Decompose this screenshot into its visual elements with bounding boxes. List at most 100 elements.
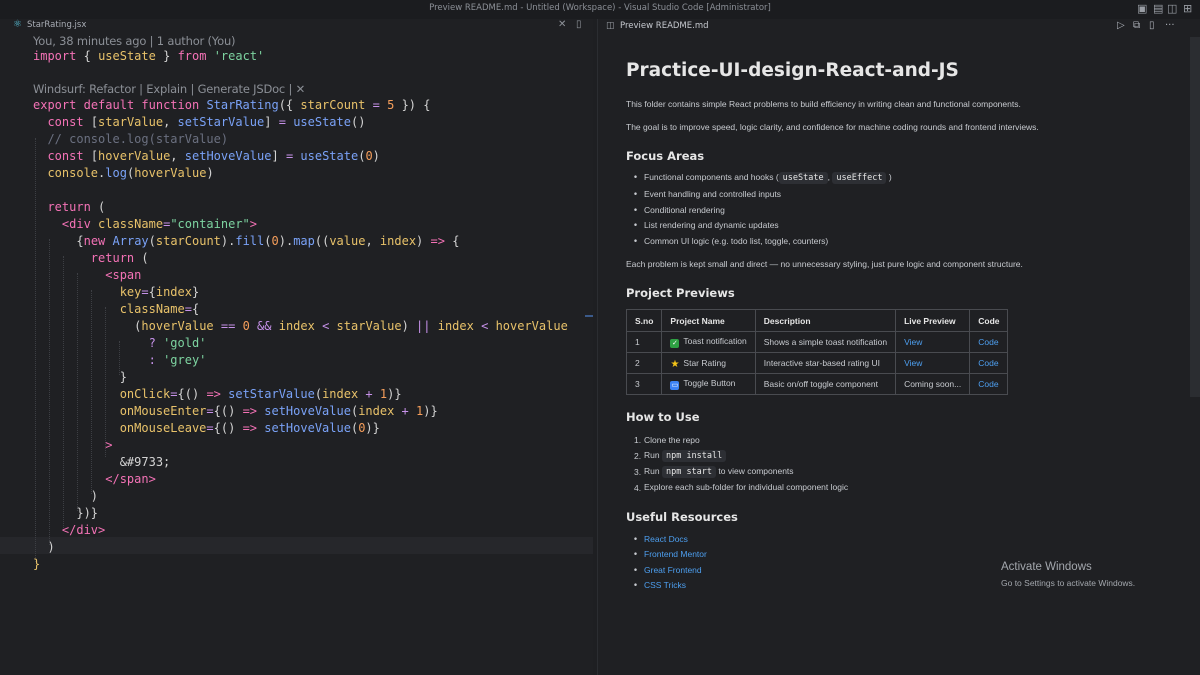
- resource-link[interactable]: CSS Tricks: [644, 580, 686, 590]
- table-header-row: S.no Project Name Description Live Previ…: [625, 309, 1009, 332]
- cell-code[interactable]: Code: [969, 373, 1009, 395]
- cell-live[interactable]: View: [895, 352, 971, 374]
- code-line: (hoverValue == 0 && index < starValue) |…: [134, 319, 568, 333]
- project-table: S.no Project Name Description Live Previ…: [625, 309, 1009, 395]
- activate-windows-title: Activate Windows: [1001, 561, 1092, 573]
- code-link[interactable]: Code: [978, 337, 998, 347]
- code-line: ): [47, 540, 55, 554]
- table-row: 3 ▭ Toggle Button Basic on/off toggle com…: [625, 373, 1009, 395]
- list-item: Run npm install: [644, 450, 727, 462]
- toggle-icon: ▭: [670, 381, 680, 390]
- list-item: Run npm start to view components: [644, 466, 794, 478]
- list-number: 1.: [634, 435, 642, 445]
- markdown-preview[interactable]: ◫ Preview README.md ▷ ⧉ ▯ ··· Practice-U…: [597, 19, 1200, 675]
- layout-sidebar-icon[interactable]: ▣: [1137, 2, 1147, 16]
- split-editor-icon[interactable]: ▯: [576, 19, 582, 30]
- code-line: export default function StarRating({ sta…: [33, 98, 431, 112]
- cell-sno: 3: [625, 373, 663, 395]
- list-item: Functional components and hooks (useStat…: [644, 172, 892, 184]
- scrollbar[interactable]: [1190, 37, 1200, 397]
- list-item: List rendering and dynamic updates: [644, 220, 779, 230]
- check-mark-icon: ✓: [670, 339, 680, 348]
- code-line: {new Array(starCount).fill(0).map((value…: [76, 234, 460, 248]
- column-header: Project Name: [661, 309, 756, 332]
- tab-starrating[interactable]: StarRating.jsx: [27, 20, 86, 30]
- list-item: Clone the repo: [644, 435, 700, 445]
- more-actions-icon[interactable]: ···: [1165, 20, 1175, 31]
- close-icon[interactable]: ✕: [558, 19, 566, 30]
- resource-link[interactable]: Frontend Mentor: [644, 549, 707, 559]
- intro-paragraph: The goal is to improve speed, logic clar…: [626, 122, 1039, 132]
- code-line: return (: [90, 251, 149, 265]
- code-line: </div>: [61, 523, 106, 537]
- current-line-highlight: [0, 537, 593, 554]
- code-line: import { useState } from 'react': [33, 49, 265, 63]
- inline-code: useState: [778, 172, 828, 184]
- view-link[interactable]: View: [904, 358, 922, 368]
- cell-live[interactable]: View: [895, 331, 971, 353]
- code-line: &#9733;: [119, 455, 171, 469]
- table-row: 1 ✓ Toast notification Shows a simple toa…: [625, 331, 1009, 353]
- code-line: className={: [119, 302, 200, 316]
- run-icon[interactable]: ▷: [1117, 20, 1125, 31]
- code-line: }: [33, 557, 41, 571]
- code-line: }: [119, 370, 127, 384]
- code-line: })}: [76, 506, 99, 520]
- code-line: const [starValue, setStarValue] = useSta…: [47, 115, 366, 129]
- layout-secondary-icon[interactable]: ◫: [1167, 2, 1177, 16]
- resource-link[interactable]: Great Frontend: [644, 565, 702, 575]
- preview-icon: ◫: [606, 21, 615, 31]
- code-line: onClick={() => setStarValue(index + 1)}: [119, 387, 402, 401]
- resource-link[interactable]: React Docs: [644, 534, 688, 544]
- windsurf-codelens[interactable]: Windsurf: Refactor | Explain | Generate …: [33, 82, 305, 96]
- bullet: •: [633, 581, 639, 591]
- bullet: •: [633, 190, 639, 200]
- cell-code[interactable]: Code: [969, 352, 1009, 374]
- cell-desc: Interactive star-based rating UI: [754, 352, 897, 374]
- cell-code[interactable]: Code: [969, 331, 1009, 353]
- bullet: •: [633, 566, 639, 576]
- intro-paragraph: This folder contains simple React proble…: [626, 99, 1021, 109]
- title-bar: Preview README.md - Untitled (Workspace)…: [0, 0, 1200, 19]
- bullet: •: [633, 221, 639, 231]
- code-line: <div className="container">: [61, 217, 258, 231]
- cell-desc: Basic on/off toggle component: [754, 373, 897, 395]
- activate-windows-subtitle: Go to Settings to activate Windows.: [1001, 578, 1136, 588]
- code-line: onMouseEnter={() => setHoveValue(index +…: [119, 404, 438, 418]
- code-line: key={index}: [119, 285, 200, 299]
- focus-heading: Focus Areas: [626, 149, 705, 163]
- previews-heading: Project Previews: [626, 286, 735, 300]
- column-header: Description: [754, 309, 897, 332]
- source-code[interactable]: import { useState } from 'react' export …: [0, 19, 568, 571]
- cell-name: ✓ Toast notification: [661, 331, 756, 353]
- code-link[interactable]: Code: [978, 379, 998, 389]
- list-item: Common UI logic (e.g. todo list, toggle,…: [644, 236, 829, 246]
- split-editor-icon[interactable]: ▯: [1149, 20, 1155, 31]
- view-link[interactable]: View: [904, 337, 922, 347]
- code-line: ): [90, 489, 99, 503]
- customize-layout-icon[interactable]: ⊞: [1183, 2, 1192, 16]
- layout-panel-icon[interactable]: ▤: [1153, 2, 1163, 16]
- list-number: 2.: [634, 451, 642, 461]
- tab-preview-readme[interactable]: Preview README.md: [620, 21, 709, 31]
- table-row: 2 ★ Star Rating Interactive star-based ra…: [625, 352, 1009, 374]
- cell-name: ★ Star Rating: [661, 352, 756, 374]
- open-source-icon[interactable]: ⧉: [1133, 20, 1140, 31]
- resources-heading: Useful Resources: [626, 510, 738, 524]
- code-editor[interactable]: ⚛ StarRating.jsx ✕ ▯ You, 38 minutes ago…: [0, 19, 593, 675]
- code-line: console.log(hoverValue): [47, 166, 214, 180]
- code-line: </span>: [105, 472, 156, 486]
- git-blame-lens[interactable]: You, 38 minutes ago | 1 author (You): [33, 34, 236, 48]
- code-line: ? 'gold': [148, 336, 207, 350]
- code-link[interactable]: Code: [978, 358, 998, 368]
- inline-code: npm install: [661, 450, 727, 462]
- list-number: 4.: [634, 483, 642, 493]
- code-line: onMouseLeave={() => setHoveValue(0)}: [119, 421, 380, 435]
- list-number: 3.: [634, 467, 642, 477]
- bullet: •: [633, 206, 639, 216]
- bullet: •: [633, 237, 639, 247]
- code-line: : 'grey': [148, 353, 207, 367]
- inline-code: useEffect: [832, 172, 887, 184]
- column-header: S.no: [625, 309, 663, 332]
- cell-sno: 2: [625, 352, 663, 374]
